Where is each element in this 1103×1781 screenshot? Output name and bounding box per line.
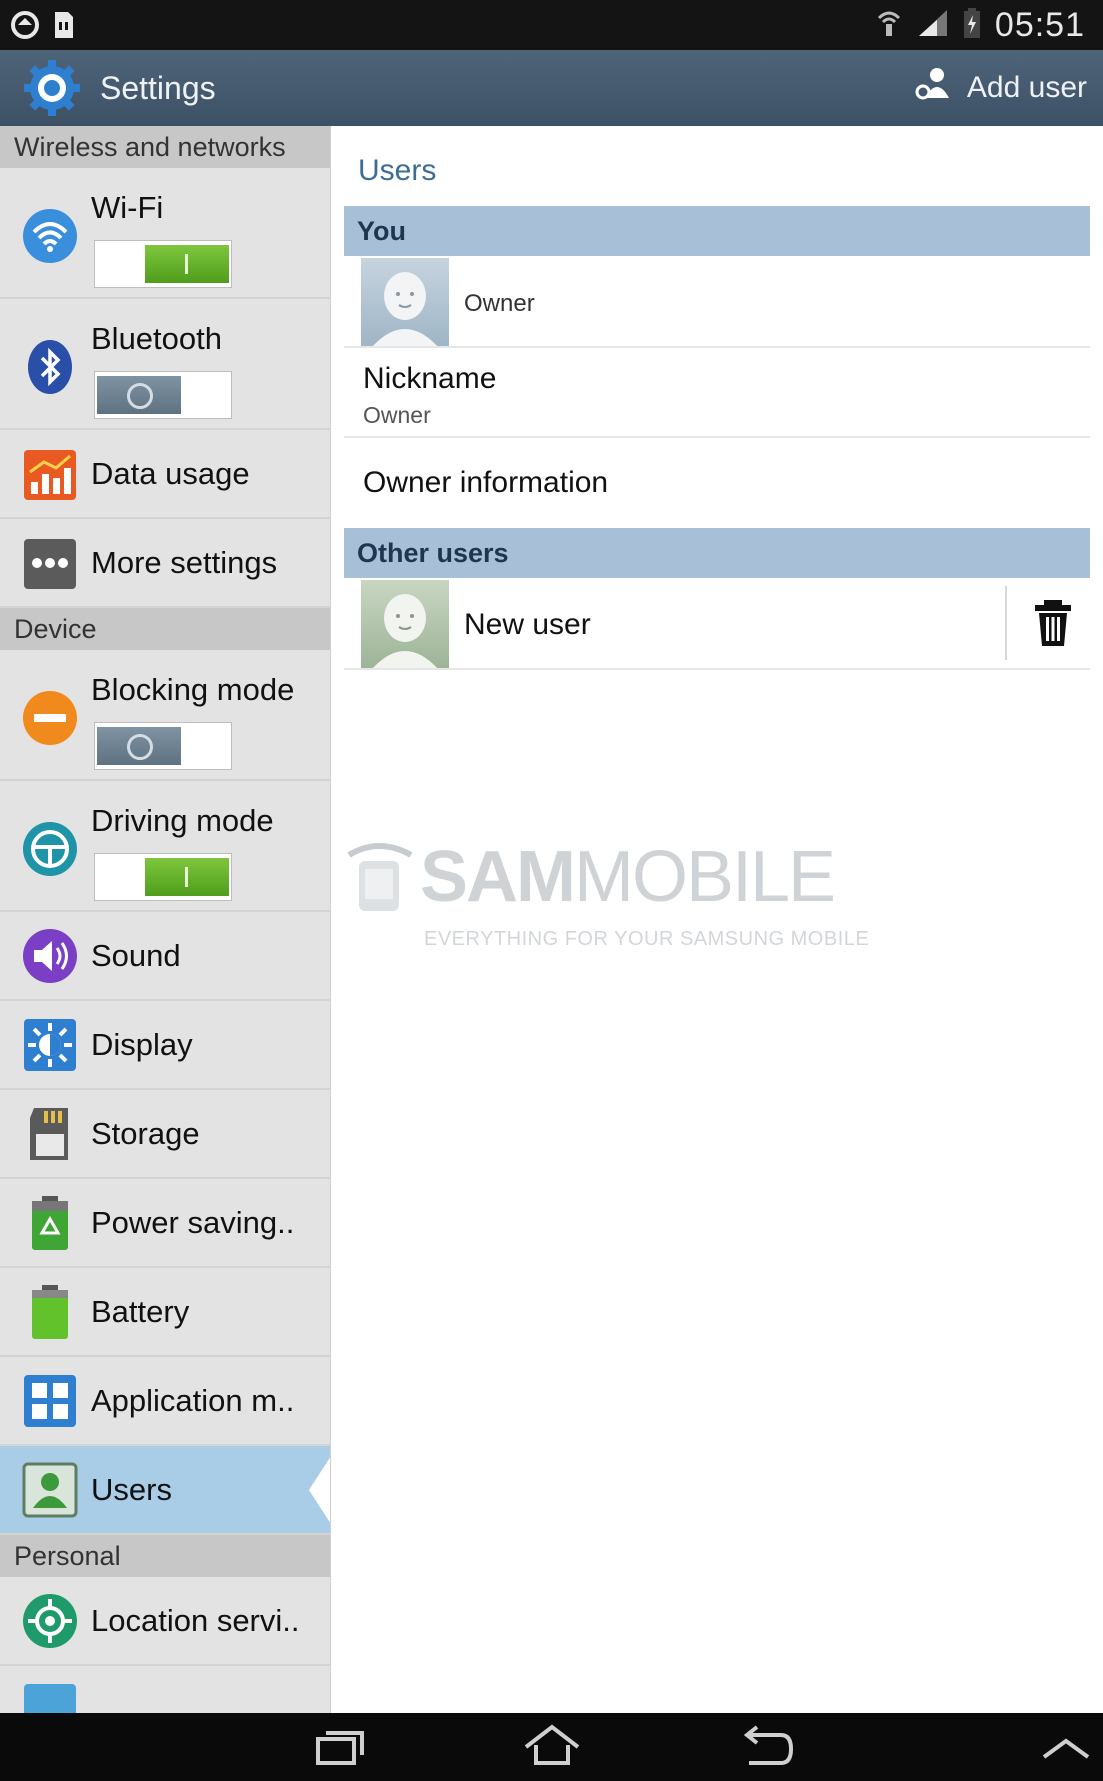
sidebar-item-more-settings[interactable]: More settings [0,519,330,608]
section-header-device: Device [0,608,330,650]
sidebar-item-label: Storage [91,1116,200,1151]
sidebar-item-storage[interactable]: Storage [0,1090,330,1179]
sidebar-item-label: Battery [91,1294,190,1329]
sidebar-item-label: Wi-Fi [91,190,164,225]
sammobile-watermark: SAMMOBILE EVERYTHING FOR YOUR SAMSUNG MO… [345,836,869,966]
sidebar-item-label: Users [91,1472,172,1507]
sidebar-item-sound[interactable]: Sound [0,912,330,1001]
sidebar-item-wifi[interactable]: Wi-Fi [0,168,330,299]
data-usage-icon [22,446,78,502]
sidebar-item-label: Display [91,1027,193,1062]
battery-icon [22,1284,78,1340]
sidebar-item-bluetooth[interactable]: Bluetooth [0,299,330,430]
watermark-tagline: EVERYTHING FOR YOUR SAMSUNG MOBILE [424,928,870,950]
action-bar: Settings Add user [0,50,1103,126]
expand-up-icon[interactable] [1036,1723,1096,1771]
add-user-icon [915,66,953,110]
owner-information-label: Owner information [363,466,609,499]
users-title: Users [358,154,437,187]
sidebar-item-driving-mode[interactable]: Driving mode [0,781,330,912]
owner-avatar[interactable] [361,258,449,346]
section-header-wireless: Wireless and networks [0,126,330,168]
wifi-icon [22,208,78,264]
battery-charging-icon [963,7,981,44]
display-icon [22,1017,78,1073]
sidebar-item-label: Location servi.. [91,1603,300,1638]
driving-icon [22,821,78,877]
sidebar-item-application-manager[interactable]: Application m.. [0,1357,330,1446]
sd-card-icon [52,10,76,45]
clock: 05:51 [994,6,1085,44]
bluetooth-icon [22,339,78,395]
partial-item-icon [22,1682,78,1713]
owner-information-row[interactable]: Owner information [344,438,1090,528]
sidebar-item-users[interactable]: Users [0,1446,330,1535]
new-user-label: New user [464,608,591,641]
signal-icon [917,8,949,43]
sidebar-item-partial[interactable] [0,1666,330,1713]
sidebar-item-label: Power saving.. [91,1205,295,1240]
add-user-label: Add user [966,71,1087,104]
more-icon [22,535,78,591]
sidebar-item-blocking-mode[interactable]: Blocking mode [0,650,330,781]
nickname-row[interactable]: Nickname Owner [344,348,1090,438]
power-saving-icon [22,1195,78,1251]
nickname-title: Nickname [363,362,497,395]
nickname-value: Owner [363,402,431,428]
delete-user-trash-icon[interactable] [1026,596,1080,650]
wifi-toggle[interactable] [94,240,232,288]
settings-gear-icon[interactable] [22,58,82,118]
sidebar-item-display[interactable]: Display [0,1001,330,1090]
bluetooth-toggle[interactable] [94,371,232,419]
sidebar-item-label: Application m.. [91,1383,295,1418]
owner-row[interactable]: Owner [344,256,1090,348]
users-icon [22,1462,78,1518]
sidebar-item-label: More settings [91,545,278,580]
sidebar-item-label: Bluetooth [91,321,222,356]
sidebar-item-data-usage[interactable]: Data usage [0,430,330,519]
section-header-other-users: Other users [344,528,1090,578]
wifi-tether-icon [875,8,903,43]
divider [1005,586,1007,660]
blocking-icon [22,690,78,746]
sound-icon [22,928,78,984]
sidebar-item-power-saving[interactable]: Power saving.. [0,1179,330,1268]
sidebar-item-location[interactable]: Location servi.. [0,1577,330,1666]
status-bar: 05:51 [0,0,1103,50]
driving-mode-toggle[interactable] [94,853,232,901]
sidebar-item-label: Driving mode [91,803,274,838]
storage-icon [22,1106,78,1162]
sidebar-item-label: Data usage [91,456,250,491]
sammobile-logo-icon [345,841,415,921]
navigation-bar [0,1713,1103,1781]
watermark-name: SAMMOBILE [420,837,836,917]
page-title: Settings [100,70,216,106]
home-icon[interactable] [522,1723,582,1771]
add-user-button[interactable]: Add user [915,64,1087,112]
sidebar-item-battery[interactable]: Battery [0,1268,330,1357]
location-icon [22,1593,78,1649]
new-user-avatar[interactable] [361,580,449,668]
sync-icon [10,10,40,45]
apps-icon [22,1373,78,1429]
sidebar-item-label: Sound [91,938,181,973]
selection-pointer [309,1456,330,1524]
section-header-you: You [344,206,1090,256]
section-header-personal: Personal [0,1535,330,1577]
owner-label: Owner [464,290,535,317]
new-user-row[interactable]: New user [344,578,1090,670]
back-icon[interactable] [737,1723,797,1771]
blocking-mode-toggle[interactable] [94,722,232,770]
sidebar-item-label: Blocking mode [91,672,295,707]
recent-apps-icon[interactable] [310,1723,370,1771]
settings-sidebar[interactable]: Wireless and networks Wi-Fi Bluetooth Da… [0,126,331,1713]
